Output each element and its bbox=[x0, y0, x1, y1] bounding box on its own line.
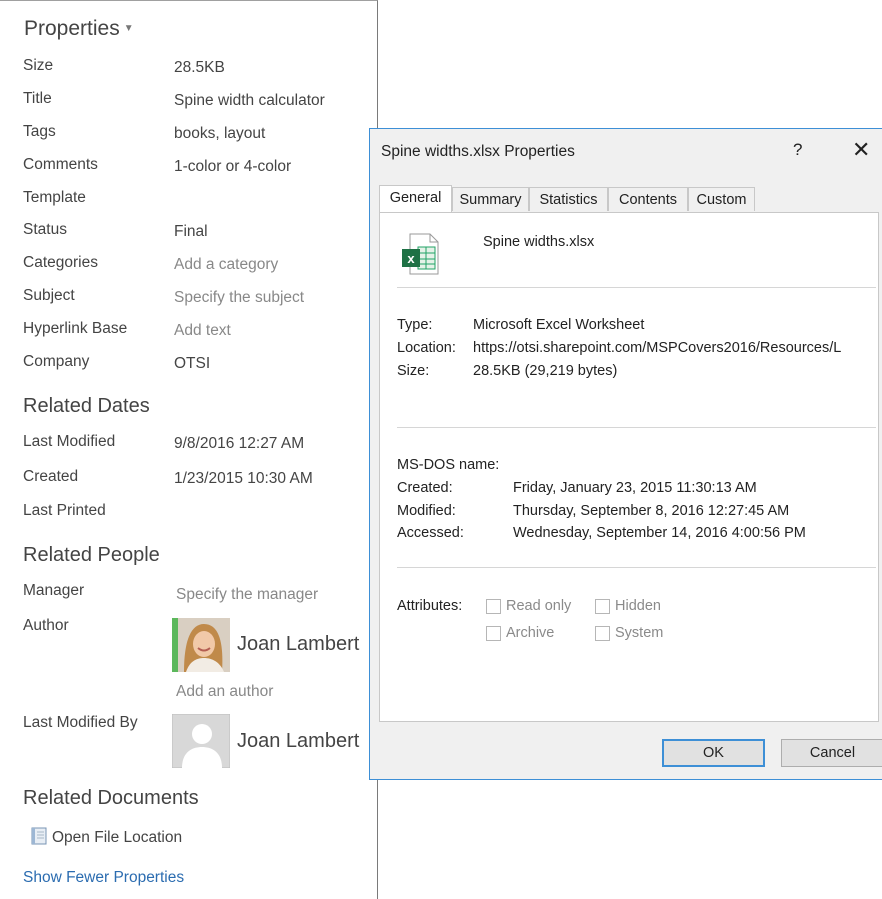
property-label-subject: Subject bbox=[23, 287, 75, 304]
type-label: Type: bbox=[397, 317, 433, 333]
help-button[interactable]: ? bbox=[793, 140, 802, 160]
show-fewer-properties-link[interactable]: Show Fewer Properties bbox=[23, 869, 184, 887]
property-label-title: Title bbox=[23, 90, 52, 107]
archive-checkbox[interactable] bbox=[486, 626, 501, 641]
property-value-company[interactable]: OTSI bbox=[174, 355, 210, 373]
created-date-value: Friday, January 23, 2015 11:30:13 AM bbox=[513, 480, 757, 496]
tab-custom[interactable]: Custom bbox=[688, 187, 755, 211]
svg-text:x: x bbox=[407, 251, 415, 266]
last-printed-label: Last Printed bbox=[23, 502, 106, 519]
excel-file-icon: x bbox=[402, 233, 439, 275]
chevron-down-icon: ▼ bbox=[123, 23, 134, 34]
add-author-input[interactable]: Add an author bbox=[176, 683, 273, 701]
last-modified-by-label: Last Modified By bbox=[23, 714, 138, 731]
property-value-title[interactable]: Spine width calculator bbox=[174, 92, 325, 110]
file-name: Spine widths.xlsx bbox=[483, 234, 595, 250]
system-checkbox[interactable] bbox=[595, 626, 610, 641]
size-label: Size: bbox=[397, 363, 430, 379]
file-properties-dialog: Spine widths.xlsx Properties ? ✕ General… bbox=[369, 128, 882, 780]
close-icon[interactable]: ✕ bbox=[852, 137, 870, 163]
tab-contents[interactable]: Contents bbox=[608, 187, 688, 211]
type-value: Microsoft Excel Worksheet bbox=[473, 317, 645, 333]
attributes-label: Attributes: bbox=[397, 598, 463, 614]
location-label: Location: bbox=[397, 340, 456, 356]
divider bbox=[397, 567, 876, 568]
modified-date-value: Thursday, September 8, 2016 12:27:45 AM bbox=[513, 503, 790, 519]
hyperlink-base-input[interactable]: Add text bbox=[174, 322, 231, 340]
hidden-label: Hidden bbox=[615, 598, 661, 614]
created-date-label: Created: bbox=[397, 480, 453, 496]
property-label-hyperlink-base: Hyperlink Base bbox=[23, 320, 128, 337]
last-modified-by-avatar[interactable] bbox=[172, 714, 232, 768]
divider bbox=[397, 427, 876, 428]
archive-label: Archive bbox=[506, 625, 555, 641]
folder-notebook-icon bbox=[31, 827, 47, 845]
general-tab-panel: x Spine widths.xlsx Type: Microsoft Exce… bbox=[379, 212, 879, 722]
hidden-checkbox[interactable] bbox=[595, 599, 610, 614]
size-value: 28.5KB (29,219 bytes) bbox=[473, 363, 618, 379]
dialog-title: Spine widths.xlsx Properties bbox=[381, 143, 575, 160]
accessed-date-label: Accessed: bbox=[397, 525, 464, 541]
user-placeholder-icon bbox=[172, 714, 230, 768]
manager-input[interactable]: Specify the manager bbox=[176, 586, 318, 604]
property-label-company: Company bbox=[23, 353, 90, 370]
categories-input[interactable]: Add a category bbox=[174, 256, 278, 274]
author-name[interactable]: Joan Lambert bbox=[237, 633, 359, 656]
last-modified-value: 9/8/2016 12:27 AM bbox=[174, 435, 305, 452]
modified-date-label: Modified: bbox=[397, 503, 456, 519]
last-modified-label: Last Modified bbox=[23, 433, 116, 450]
property-value-tags[interactable]: books, layout bbox=[174, 125, 265, 143]
created-value: 1/23/2015 10:30 AM bbox=[174, 470, 313, 487]
read-only-checkbox[interactable] bbox=[486, 599, 501, 614]
property-value-comments[interactable]: 1-color or 4-color bbox=[174, 158, 291, 176]
accessed-date-value: Wednesday, September 14, 2016 4:00:56 PM bbox=[513, 525, 806, 541]
author-photo bbox=[172, 618, 230, 672]
cancel-button[interactable]: Cancel bbox=[781, 739, 882, 767]
property-label-size: Size bbox=[23, 57, 54, 74]
open-file-location-label: Open File Location bbox=[52, 829, 183, 846]
panel-title: Properties bbox=[24, 17, 120, 40]
property-value-status[interactable]: Final bbox=[174, 223, 208, 241]
related-dates-heading: Related Dates bbox=[23, 395, 150, 417]
created-label: Created bbox=[23, 468, 79, 485]
property-label-categories: Categories bbox=[23, 254, 98, 271]
read-only-label: Read only bbox=[506, 598, 572, 614]
ok-button[interactable]: OK bbox=[662, 739, 765, 767]
tab-statistics[interactable]: Statistics bbox=[529, 187, 608, 211]
property-label-comments: Comments bbox=[23, 156, 98, 173]
manager-label: Manager bbox=[23, 582, 85, 599]
related-people-heading: Related People bbox=[23, 544, 160, 566]
subject-input[interactable]: Specify the subject bbox=[174, 289, 304, 307]
tab-general[interactable]: General bbox=[379, 185, 452, 213]
properties-panel: Properties ▼ Size 28.5KB Title Spine widt… bbox=[0, 0, 378, 899]
last-modified-by-name[interactable]: Joan Lambert bbox=[237, 730, 359, 753]
msdos-name-label: MS-DOS name: bbox=[397, 457, 500, 473]
system-label: System bbox=[615, 625, 664, 641]
author-avatar[interactable] bbox=[172, 618, 232, 672]
property-label-template: Template bbox=[23, 189, 86, 206]
related-documents-heading: Related Documents bbox=[23, 787, 199, 809]
author-label: Author bbox=[23, 617, 69, 634]
property-value-size: 28.5KB bbox=[174, 59, 225, 76]
tab-summary[interactable]: Summary bbox=[452, 187, 529, 211]
properties-dropdown[interactable]: Properties ▼ bbox=[24, 17, 134, 41]
location-value: https://otsi.sharepoint.com/MSPCovers201… bbox=[473, 340, 842, 356]
property-label-tags: Tags bbox=[23, 123, 56, 140]
divider bbox=[397, 287, 876, 288]
open-file-location-link[interactable]: Open File Location bbox=[30, 827, 182, 847]
property-label-status: Status bbox=[23, 221, 67, 238]
